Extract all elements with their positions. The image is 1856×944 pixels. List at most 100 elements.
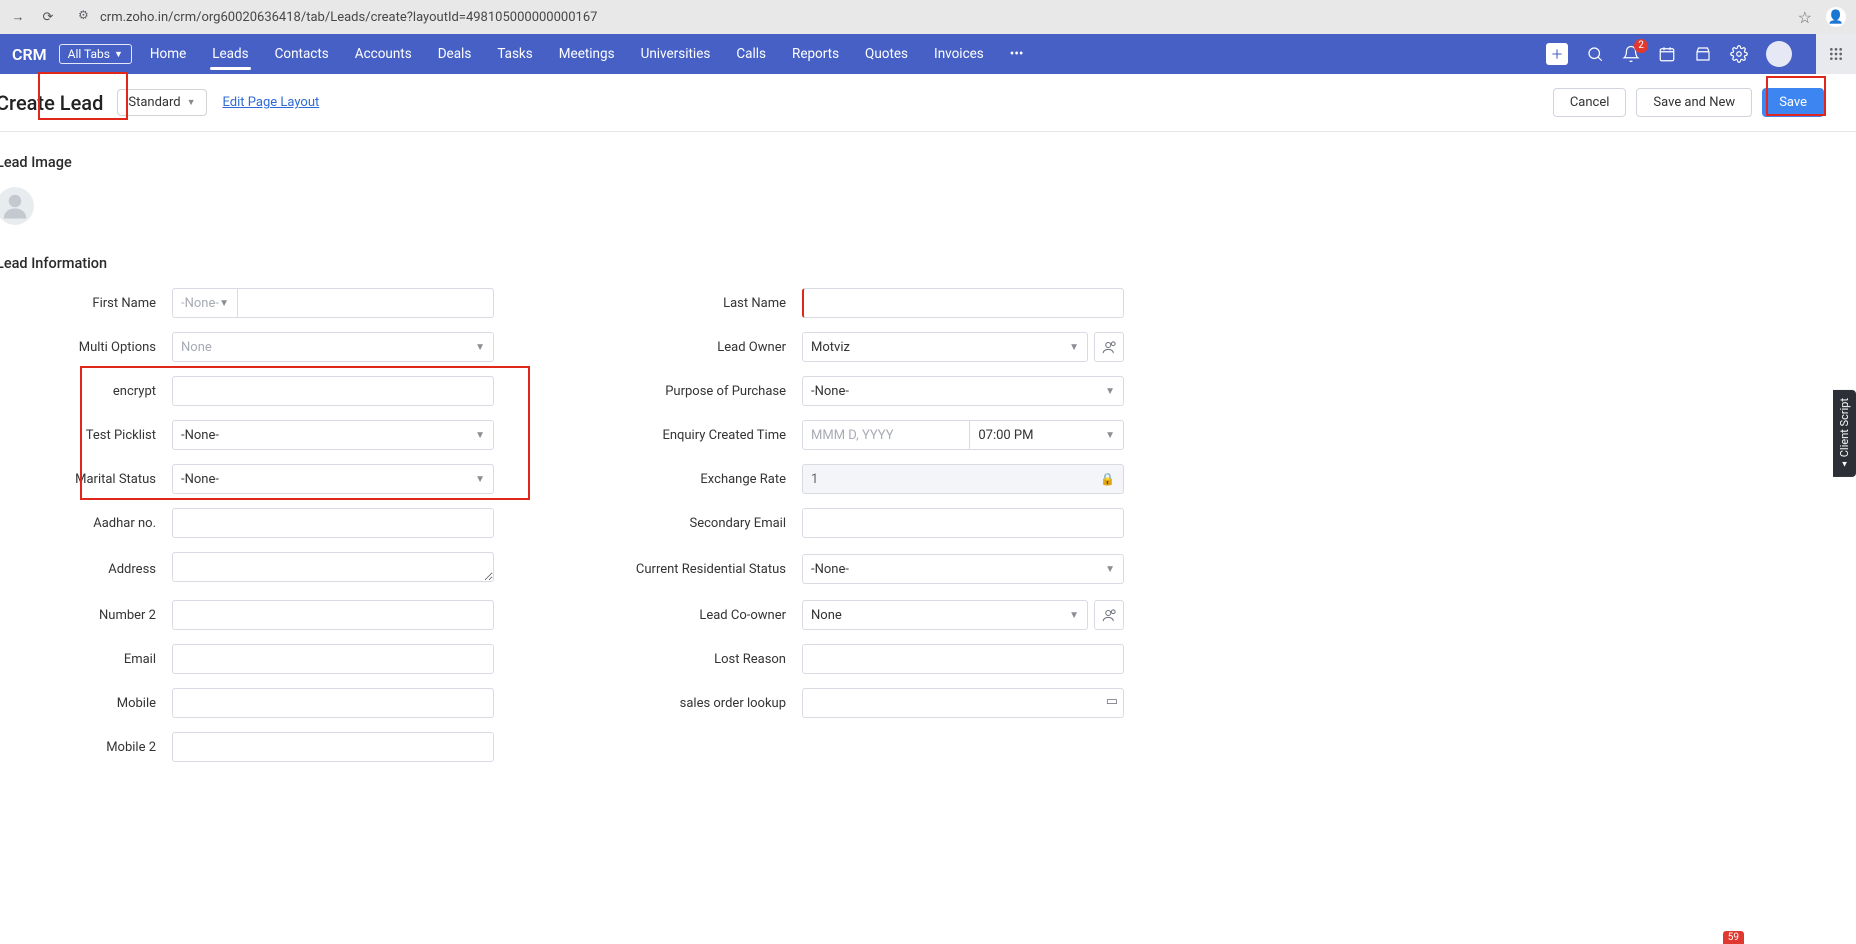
tab-quotes[interactable]: Quotes [865, 36, 908, 72]
site-info-icon[interactable]: ⚙ [78, 8, 89, 22]
lookup-icon[interactable]: ▭ [1106, 694, 1118, 709]
profile-icon[interactable]: 👤 [1826, 7, 1846, 27]
caret-down-icon: ▼ [475, 430, 485, 441]
add-icon[interactable] [1546, 43, 1568, 65]
salutation-select[interactable]: -None-▼ [172, 288, 237, 318]
secondary-email-input[interactable] [802, 508, 1124, 538]
caret-down-icon: ▼ [114, 49, 123, 60]
save-and-new-button[interactable]: Save and New [1636, 88, 1752, 117]
enquiry-time-label: Enquiry Created Time [626, 428, 802, 443]
sales-order-label: sales order lookup [626, 696, 802, 711]
brand: CRM [12, 45, 47, 64]
caret-down-icon: ▼ [475, 342, 485, 353]
encrypt-input[interactable] [172, 376, 494, 406]
store-icon[interactable] [1694, 45, 1712, 63]
url-input[interactable] [70, 5, 1784, 29]
enquiry-time-select[interactable]: 07:00 PM▼ [970, 420, 1124, 450]
aadhar-label: Aadhar no. [0, 516, 172, 531]
test-picklist-label: Test Picklist [0, 428, 172, 443]
last-name-input[interactable] [802, 288, 1124, 318]
apps-grid-icon[interactable] [1816, 34, 1856, 74]
mobile2-input[interactable] [172, 732, 494, 762]
marital-status-select[interactable]: -None-▼ [172, 464, 494, 494]
mobile-label: Mobile [0, 696, 172, 711]
form-grid: First Name -None-▼ Last Name Multi Optio… [0, 288, 1196, 762]
caret-down-icon: ▼ [219, 298, 229, 309]
number2-input[interactable] [172, 600, 494, 630]
tab-leads[interactable]: Leads [212, 36, 248, 72]
caret-down-icon: ▼ [1069, 610, 1079, 621]
bookmark-icon[interactable]: ☆ [1798, 8, 1812, 27]
residential-status-label: Current Residential Status [626, 562, 802, 577]
mobile2-label: Mobile 2 [0, 740, 172, 755]
crm-navbar: CRM All Tabs▼ Home Leads Contacts Accoun… [0, 34, 1856, 74]
multi-options-select[interactable]: None▼ [172, 332, 494, 362]
tab-deals[interactable]: Deals [438, 36, 472, 72]
address-label: Address [0, 562, 172, 577]
tab-home[interactable]: Home [150, 36, 186, 72]
all-tabs-dropdown[interactable]: All Tabs▼ [59, 44, 132, 64]
sales-order-lookup[interactable] [802, 688, 1124, 718]
tab-more[interactable]: ••• [1010, 36, 1024, 72]
encrypt-label: encrypt [0, 384, 172, 399]
reload-icon[interactable]: ⟳ [40, 10, 56, 25]
caret-down-icon: ▼ [1105, 564, 1115, 575]
tab-contacts[interactable]: Contacts [275, 36, 329, 72]
tab-accounts[interactable]: Accounts [355, 36, 412, 72]
tab-invoices[interactable]: Invoices [934, 36, 984, 72]
page-title: Create Lead [0, 91, 103, 115]
co-owner-label: Lead Co-owner [626, 608, 802, 623]
section-lead-info: Lead Information [0, 255, 1856, 272]
user-picker-icon[interactable] [1094, 332, 1124, 362]
secondary-email-label: Secondary Email [626, 516, 802, 531]
aadhar-input[interactable] [172, 508, 494, 538]
caret-icon: ▲ [1840, 460, 1849, 469]
nav-tabs: Home Leads Contacts Accounts Deals Tasks… [150, 36, 1024, 72]
lead-owner-select[interactable]: Motviz▼ [802, 332, 1088, 362]
email-label: Email [0, 652, 172, 667]
co-owner-select[interactable]: None▼ [802, 600, 1088, 630]
caret-down-icon: ▼ [475, 474, 485, 485]
caret-down-icon: ▼ [187, 97, 196, 108]
first-name-label: First Name [0, 296, 172, 311]
cancel-button[interactable]: Cancel [1553, 88, 1627, 117]
mobile-input[interactable] [172, 688, 494, 718]
tab-tasks[interactable]: Tasks [497, 36, 532, 72]
calendar-icon[interactable] [1658, 45, 1676, 63]
enquiry-date-input[interactable] [802, 420, 970, 450]
address-textarea[interactable] [172, 552, 494, 582]
tab-reports[interactable]: Reports [792, 36, 839, 72]
test-picklist-select[interactable]: -None-▼ [172, 420, 494, 450]
caret-down-icon: ▼ [1105, 430, 1115, 441]
tab-meetings[interactable]: Meetings [559, 36, 615, 72]
user-avatar[interactable] [1766, 41, 1792, 67]
section-lead-image: Lead Image [0, 154, 1856, 171]
lock-icon: 🔒 [1100, 472, 1115, 486]
lead-image-placeholder[interactable] [0, 187, 34, 225]
purpose-label: Purpose of Purchase [626, 384, 802, 399]
marital-status-label: Marital Status [0, 472, 172, 487]
first-name-input[interactable] [237, 288, 494, 318]
user-picker-icon[interactable] [1094, 600, 1124, 630]
lead-owner-label: Lead Owner [626, 340, 802, 355]
lost-reason-input[interactable] [802, 644, 1124, 674]
tab-calls[interactable]: Calls [736, 36, 766, 72]
client-script-tab[interactable]: ▲ Client Script [1833, 390, 1856, 477]
caret-down-icon: ▼ [1069, 342, 1079, 353]
form-body: Lead Image Lead Information First Name -… [0, 132, 1856, 762]
last-name-label: Last Name [626, 296, 802, 311]
email-input[interactable] [172, 644, 494, 674]
search-icon[interactable] [1586, 45, 1604, 63]
edit-page-layout-link[interactable]: Edit Page Layout [223, 95, 320, 110]
notification-icon[interactable]: 2 [1622, 45, 1640, 63]
residential-status-select[interactable]: -None-▼ [802, 554, 1124, 584]
forward-icon[interactable]: → [10, 9, 26, 25]
purpose-select[interactable]: -None-▼ [802, 376, 1124, 406]
number2-label: Number 2 [0, 608, 172, 623]
tab-universities[interactable]: Universities [641, 36, 711, 72]
layout-dropdown[interactable]: Standard▼ [117, 89, 206, 116]
settings-icon[interactable] [1730, 45, 1748, 63]
multi-options-label: Multi Options [0, 340, 172, 355]
save-button[interactable]: Save [1762, 88, 1824, 117]
bottom-counter: 59 [1723, 931, 1744, 944]
